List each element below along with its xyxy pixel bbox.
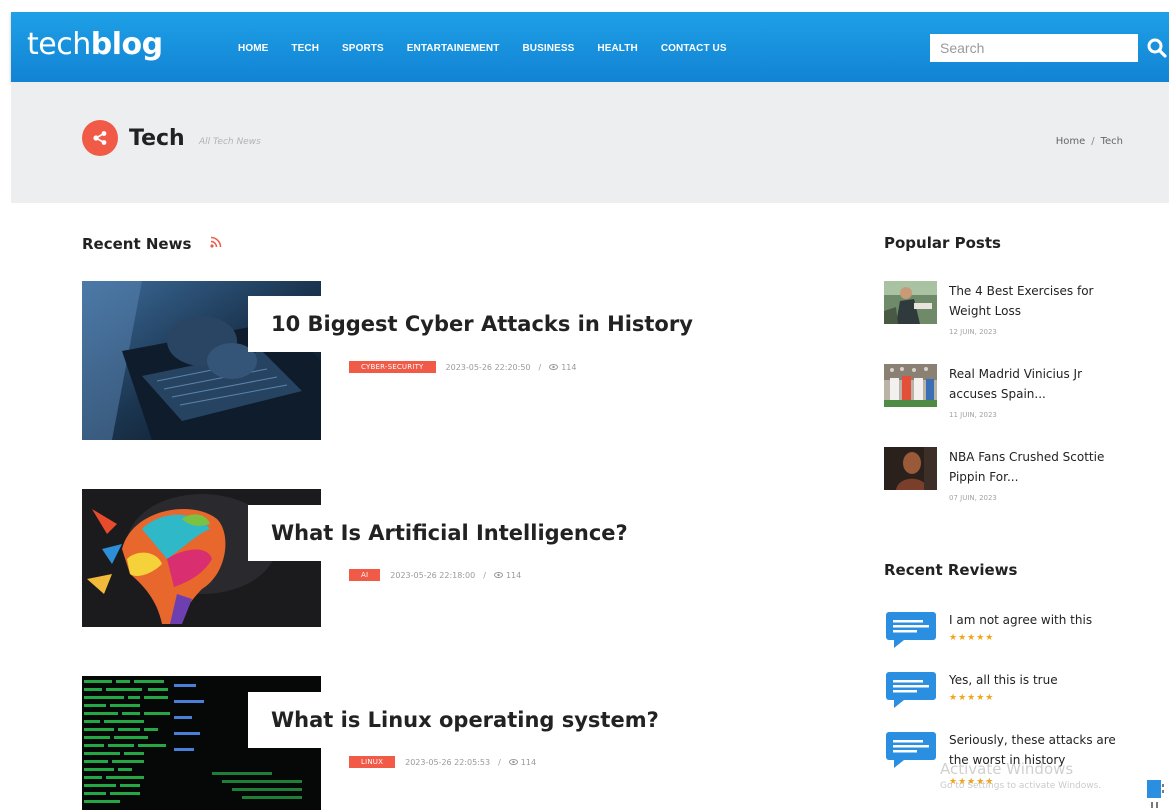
comment-icon xyxy=(886,672,936,708)
post-meta: CYBER-SECURITY 2023-05-26 22:20:50 / 114 xyxy=(349,361,576,373)
review-text: Yes, all this is true xyxy=(949,673,1058,687)
top-navbar: techblog HOME TECH SPORTS ENTARTAINEMENT… xyxy=(11,12,1169,82)
eye-icon xyxy=(508,759,518,765)
corner-widget-icon xyxy=(1147,780,1164,808)
post-title[interactable]: What is Linux operating system? xyxy=(271,708,659,732)
post-tag[interactable]: LINUX xyxy=(349,756,396,768)
comment-icon xyxy=(886,732,936,768)
main-nav: HOME TECH SPORTS ENTARTAINEMENT BUSINESS… xyxy=(238,43,750,54)
nav-contact-us[interactable]: CONTACT US xyxy=(661,43,727,54)
nav-health[interactable]: HEALTH xyxy=(597,43,637,54)
search-button[interactable] xyxy=(1146,36,1168,60)
nav-entertainment[interactable]: ENTARTAINEMENT xyxy=(407,43,500,54)
scroll-to-top-button[interactable] xyxy=(1145,780,1169,810)
category-banner: Tech All Tech News Home / Tech xyxy=(11,82,1169,203)
popular-post-thumbnail[interactable] xyxy=(884,364,937,407)
review-text: I am not agree with this xyxy=(949,613,1093,627)
activation-watermark-title: Activate Windows xyxy=(940,760,1074,778)
popular-post-thumbnail[interactable] xyxy=(884,281,937,324)
breadcrumb-separator: / xyxy=(1091,136,1095,147)
exercise-image xyxy=(884,281,937,324)
search-icon xyxy=(1147,38,1167,58)
popular-post-date: 11 JUIN, 2023 xyxy=(949,411,997,419)
popular-post-title[interactable]: NBA Fans Crushed Scottie Pippin For... xyxy=(949,447,1124,487)
popular-post-date: 12 JUIN, 2023 xyxy=(949,328,997,336)
popular-post-thumbnail[interactable] xyxy=(884,447,937,490)
popular-posts-heading: Popular Posts xyxy=(884,234,1001,252)
meta-separator: / xyxy=(483,570,486,580)
post-meta: AI 2023-05-26 22:18:00 / 114 xyxy=(349,569,521,581)
eye-icon xyxy=(493,572,503,578)
post-tag[interactable]: AI xyxy=(349,569,381,581)
review-stars: ★★★★★ xyxy=(949,693,995,703)
eye-icon xyxy=(549,364,559,370)
nav-home[interactable]: HOME xyxy=(238,43,268,54)
football-players-image xyxy=(884,364,937,407)
share-icon xyxy=(93,131,107,145)
page-title: Tech xyxy=(129,126,185,151)
popular-post-title[interactable]: The 4 Best Exercises for Weight Loss xyxy=(949,281,1124,321)
logo-text-light: tech xyxy=(27,27,91,62)
post-tag[interactable]: CYBER-SECURITY xyxy=(349,361,436,373)
search-input[interactable] xyxy=(930,34,1138,62)
meta-separator: / xyxy=(498,757,501,767)
post-date: 2023-05-26 22:18:00 xyxy=(390,570,476,580)
post-card: What Is Artificial Intelligence? xyxy=(248,505,688,561)
popular-post-title[interactable]: Real Madrid Vinicius Jr accuses Spain... xyxy=(949,364,1124,404)
review-stars: ★★★★★ xyxy=(949,633,995,643)
post-card: 10 Biggest Cyber Attacks in History xyxy=(248,296,693,352)
recent-news-heading: Recent News xyxy=(82,235,192,253)
breadcrumb: Home / Tech xyxy=(1056,136,1123,147)
post-title[interactable]: What Is Artificial Intelligence? xyxy=(271,521,628,545)
nba-player-image xyxy=(884,447,937,490)
post-meta: LINUX 2023-05-26 22:05:53 / 114 xyxy=(349,756,536,768)
post-title[interactable]: 10 Biggest Cyber Attacks in History xyxy=(271,312,693,336)
nav-business[interactable]: BUSINESS xyxy=(522,43,574,54)
nav-sports[interactable]: SPORTS xyxy=(342,43,384,54)
post-views: 114 xyxy=(505,570,522,580)
post-date: 2023-05-26 22:05:53 xyxy=(405,757,491,767)
breadcrumb-home[interactable]: Home xyxy=(1056,136,1086,147)
breadcrumb-current: Tech xyxy=(1100,136,1123,147)
activation-watermark-subtitle: Go to Settings to activate Windows. xyxy=(940,781,1102,791)
category-icon xyxy=(82,120,118,156)
post-card: What is Linux operating system? xyxy=(248,692,688,748)
recent-reviews-heading: Recent Reviews xyxy=(884,561,1018,579)
site-logo[interactable]: techblog xyxy=(27,27,163,62)
nav-tech[interactable]: TECH xyxy=(291,43,319,54)
popular-post-date: 07 JUIN, 2023 xyxy=(949,494,997,502)
meta-separator: / xyxy=(538,362,542,372)
rss-icon[interactable] xyxy=(210,236,222,248)
post-date: 2023-05-26 22:20:50 xyxy=(445,362,531,372)
page-subtitle: All Tech News xyxy=(199,137,261,147)
post-views: 114 xyxy=(561,362,577,372)
comment-icon xyxy=(886,612,936,648)
post-views: 114 xyxy=(520,757,537,767)
logo-text-bold: blog xyxy=(90,27,163,62)
